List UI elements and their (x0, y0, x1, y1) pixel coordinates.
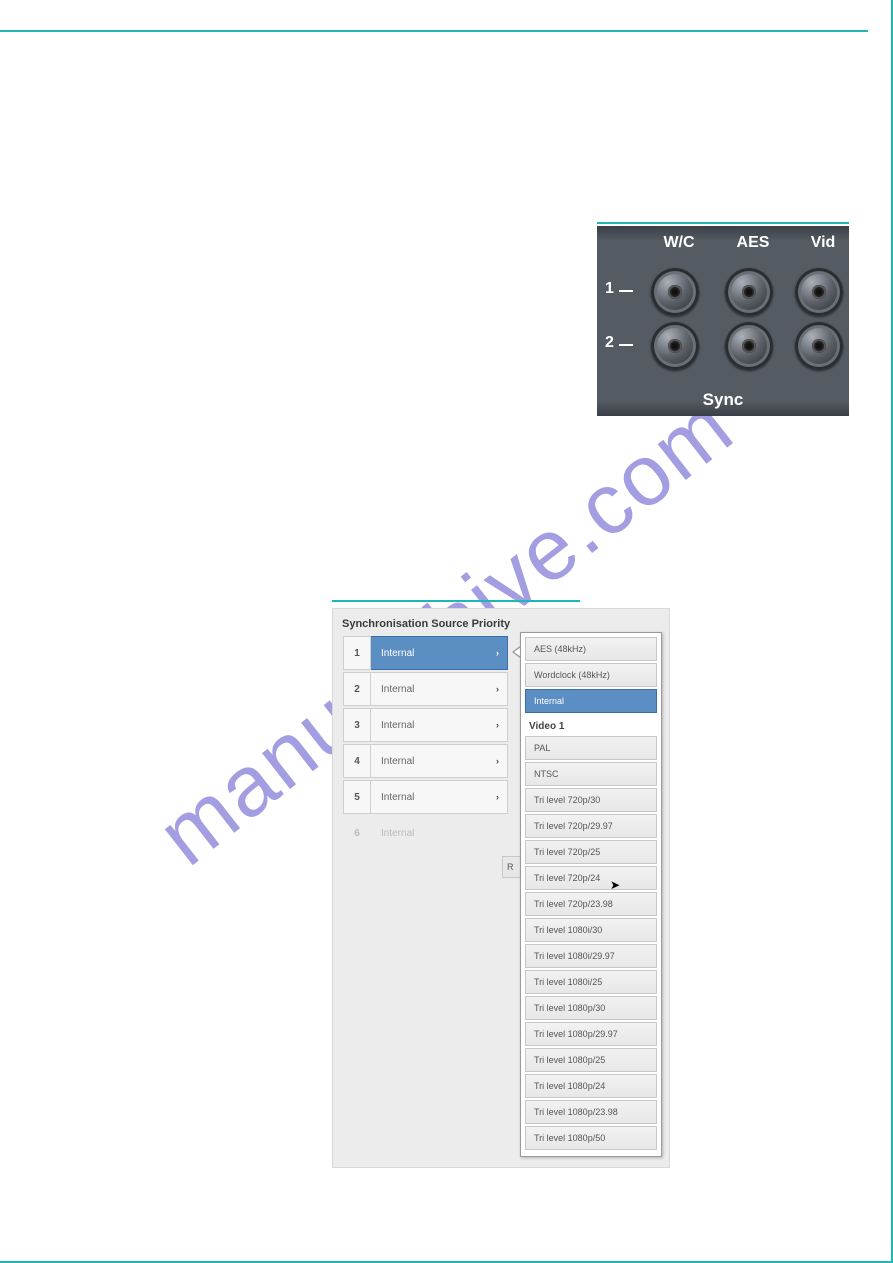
sync-priority-title: Synchronisation Source Priority (342, 618, 510, 630)
priority-row[interactable]: 1 Internal › (343, 636, 508, 670)
sync-source-option[interactable]: Internal (525, 689, 657, 713)
hw-sync-label: Sync (597, 390, 849, 410)
sync-source-option[interactable]: Tri level 1080i/29.97 (525, 944, 657, 968)
sync-source-option[interactable]: Tri level 1080p/50 (525, 1126, 657, 1150)
sync-source-option[interactable]: Tri level 1080i/30 (525, 918, 657, 942)
hw-col-label-aes: AES (723, 234, 783, 252)
priority-value-label: Internal (381, 756, 414, 767)
page: manualshive.com W/C AES Vid 1 2 Sync Syn… (0, 0, 893, 1263)
figure-divider (597, 222, 849, 224)
hw-row-label-2: 2 (605, 334, 614, 352)
priority-value-label: Internal (381, 828, 414, 839)
bnc-connector-icon (795, 322, 843, 370)
chevron-right-icon: › (496, 756, 499, 766)
priority-value[interactable]: Internal › (371, 672, 508, 706)
chevron-right-icon: › (496, 720, 499, 730)
priority-value[interactable]: Internal › (371, 636, 508, 670)
sync-source-option[interactable]: Tri level 720p/29.97 (525, 814, 657, 838)
sync-source-option[interactable]: Tri level 720p/30 (525, 788, 657, 812)
sync-source-option[interactable]: Tri level 720p/24 (525, 866, 657, 890)
priority-value-label: Internal (381, 720, 414, 731)
hw-col-label-wc: W/C (649, 234, 709, 252)
hardware-sync-panel-figure: W/C AES Vid 1 2 Sync (597, 222, 849, 416)
sync-source-option[interactable]: Tri level 1080p/23.98 (525, 1100, 657, 1124)
priority-value[interactable]: Internal › (371, 780, 508, 814)
priority-index: 1 (343, 636, 371, 670)
bnc-connector-icon (651, 322, 699, 370)
caret-left-icon (512, 646, 520, 658)
bnc-connector-icon (651, 268, 699, 316)
bnc-connector-icon (795, 268, 843, 316)
sync-source-option[interactable]: Tri level 1080p/30 (525, 996, 657, 1020)
reset-button-fragment[interactable]: R (502, 856, 520, 878)
sync-source-option[interactable]: AES (48kHz) (525, 637, 657, 661)
priority-row[interactable]: 4 Internal › (343, 744, 508, 778)
priority-list: 1 Internal › 2 Internal › 3 Internal › 4 Internal ›… (343, 636, 508, 852)
priority-value[interactable]: Internal › (371, 708, 508, 742)
priority-value-label: Internal (381, 648, 414, 659)
hw-col-label-vid: Vid (793, 234, 853, 252)
hw-row-dash-2 (619, 344, 633, 346)
bnc-connector-icon (725, 268, 773, 316)
priority-value-label: Internal (381, 684, 414, 695)
priority-index: 5 (343, 780, 371, 814)
chevron-right-icon: › (496, 684, 499, 694)
top-divider (0, 30, 868, 32)
sync-source-option[interactable]: PAL (525, 736, 657, 760)
priority-row[interactable]: 3 Internal › (343, 708, 508, 742)
priority-index: 2 (343, 672, 371, 706)
priority-row[interactable]: 5 Internal › (343, 780, 508, 814)
priority-index: 3 (343, 708, 371, 742)
sync-source-option[interactable]: Tri level 1080p/29.97 (525, 1022, 657, 1046)
hardware-sync-panel-image: W/C AES Vid 1 2 Sync (597, 226, 849, 416)
sync-source-option[interactable]: Wordclock (48kHz) (525, 663, 657, 687)
priority-value[interactable]: Internal › (371, 744, 508, 778)
sync-source-option[interactable]: NTSC (525, 762, 657, 786)
priority-index: 6 (343, 816, 371, 850)
sync-priority-screenshot-figure: Synchronisation Source Priority 1Interna… (332, 600, 670, 1168)
bnc-connector-icon (725, 322, 773, 370)
sync-source-option[interactable]: Tri level 1080i/25 (525, 970, 657, 994)
priority-index: 4 (343, 744, 371, 778)
sync-source-option[interactable]: Tri level 1080p/24 (525, 1074, 657, 1098)
sync-source-option[interactable]: Tri level 720p/23.98 (525, 892, 657, 916)
priority-row[interactable]: 2 Internal › (343, 672, 508, 706)
priority-value-label: Internal (381, 792, 414, 803)
hw-row-label-1: 1 (605, 280, 614, 298)
priority-value: Internal (371, 816, 508, 850)
chevron-right-icon: › (496, 648, 499, 658)
priority-row: 6 Internal (343, 816, 508, 850)
chevron-right-icon: › (496, 792, 499, 802)
hw-row-dash-1 (619, 290, 633, 292)
figure-divider (332, 600, 580, 602)
sync-source-flyout-menu: AES (48kHz)Wordclock (48kHz)InternalVide… (520, 632, 662, 1157)
sync-source-option[interactable]: Tri level 720p/25 (525, 840, 657, 864)
flyout-section-header: Video 1 (525, 715, 657, 736)
sync-priority-panel: Synchronisation Source Priority 1Interna… (332, 608, 670, 1168)
sync-source-option[interactable]: Tri level 1080p/25 (525, 1048, 657, 1072)
